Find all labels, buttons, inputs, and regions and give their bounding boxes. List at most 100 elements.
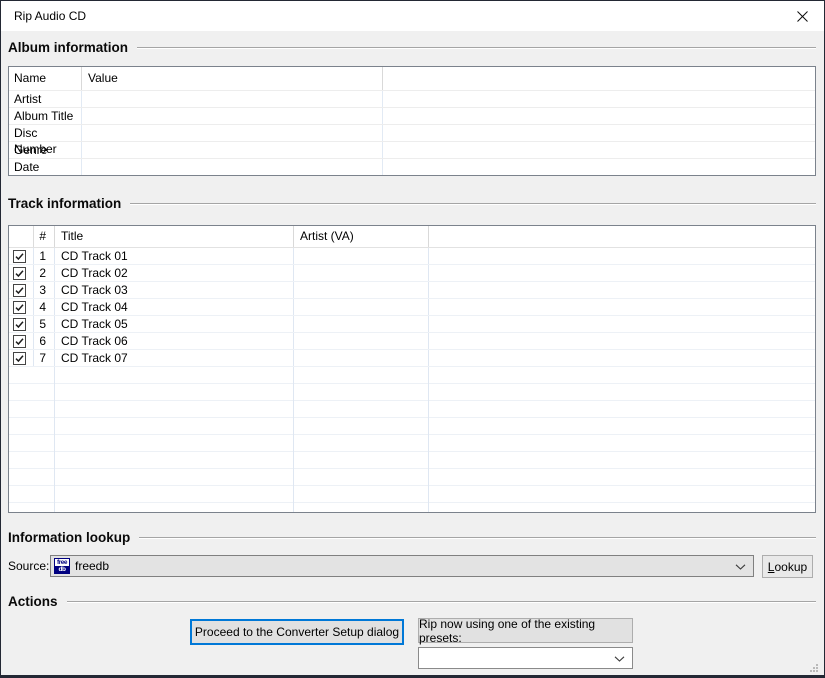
track-artist [294, 299, 429, 315]
track-number: 4 [34, 299, 55, 315]
actions-section-header: Actions [8, 593, 816, 610]
track-header-checkbox-column[interactable] [9, 226, 34, 247]
rip-now-with-preset-button[interactable]: Rip now using one of the existing preset… [418, 618, 633, 643]
checkbox-checked-icon [13, 267, 26, 280]
close-icon [796, 10, 809, 23]
lookup-button[interactable]: Lookup [762, 555, 813, 578]
freedb-icon: free db [54, 558, 70, 574]
checkbox-checked-icon [13, 250, 26, 263]
section-title-track: Track information [8, 196, 121, 211]
information-lookup-section-header: Information lookup [8, 529, 816, 546]
album-table-header: Name Value [9, 67, 815, 91]
track-checkbox[interactable] [9, 299, 34, 315]
dialog-content: Album information Name Value Artist Albu… [1, 31, 824, 675]
track-checkbox[interactable] [9, 316, 34, 332]
lookup-button-label: Lookup [768, 560, 807, 574]
track-header-artist[interactable]: Artist (VA) [294, 226, 429, 247]
track-artist [294, 316, 429, 332]
track-number: 7 [34, 350, 55, 366]
album-info-row[interactable]: Date [9, 159, 815, 176]
album-field-name: Date [9, 159, 82, 176]
track-number: 3 [34, 282, 55, 298]
album-info-row[interactable]: Genre [9, 142, 815, 159]
track-title: CD Track 01 [55, 248, 294, 264]
track-artist [294, 333, 429, 349]
album-information-section-header: Album information [8, 39, 816, 56]
track-title: CD Track 06 [55, 333, 294, 349]
track-header-title[interactable]: Title [55, 226, 294, 247]
track-table-empty-area [9, 367, 815, 512]
source-label: Source: [8, 555, 49, 577]
section-divider [137, 47, 816, 49]
rip-audio-cd-dialog: Rip Audio CD Album information Name Valu… [0, 0, 825, 678]
track-rows: 1 CD Track 01 2 CD Track 02 [9, 248, 815, 367]
album-field-value[interactable] [82, 125, 383, 141]
track-number: 5 [34, 316, 55, 332]
checkbox-checked-icon [13, 301, 26, 314]
track-title: CD Track 07 [55, 350, 294, 366]
rip-button-label: Rip now using one of the existing preset… [419, 617, 632, 645]
track-row[interactable]: 6 CD Track 06 [9, 333, 815, 350]
track-header-number[interactable]: # [34, 226, 55, 247]
track-row[interactable]: 7 CD Track 07 [9, 350, 815, 367]
track-information-section-header: Track information [8, 195, 816, 212]
album-rows: Artist Album Title Disc Number Genre [9, 91, 815, 176]
proceed-to-converter-setup-button[interactable]: Proceed to the Converter Setup dialog [190, 619, 404, 645]
section-divider [67, 601, 816, 603]
track-artist [294, 282, 429, 298]
section-title-album: Album information [8, 40, 128, 55]
album-info-row[interactable]: Disc Number [9, 125, 815, 142]
titlebar[interactable]: Rip Audio CD [1, 1, 824, 31]
section-title-lookup: Information lookup [8, 530, 130, 545]
track-number: 6 [34, 333, 55, 349]
preset-dropdown[interactable] [418, 647, 633, 669]
album-field-name: Album Title [9, 108, 82, 124]
album-header-value[interactable]: Value [82, 67, 383, 90]
album-field-name: Disc Number [9, 125, 82, 141]
album-field-name: Genre [9, 142, 82, 158]
proceed-button-label: Proceed to the Converter Setup dialog [195, 625, 399, 639]
track-row[interactable]: 2 CD Track 02 [9, 265, 815, 282]
track-title: CD Track 04 [55, 299, 294, 315]
album-field-value[interactable] [82, 91, 383, 107]
track-artist [294, 265, 429, 281]
source-dropdown[interactable]: free db freedb [50, 555, 754, 577]
track-row[interactable]: 3 CD Track 03 [9, 282, 815, 299]
checkbox-checked-icon [13, 335, 26, 348]
track-checkbox[interactable] [9, 248, 34, 264]
album-info-table: Name Value Artist Album Title Disc Numbe… [8, 66, 816, 176]
track-checkbox[interactable] [9, 282, 34, 298]
track-number: 1 [34, 248, 55, 264]
checkbox-checked-icon [13, 318, 26, 331]
track-checkbox[interactable] [9, 333, 34, 349]
section-divider [130, 203, 816, 205]
section-divider [139, 537, 816, 539]
window-title: Rip Audio CD [1, 9, 86, 23]
album-field-value[interactable] [82, 159, 383, 176]
track-table-header: # Title Artist (VA) [9, 226, 815, 248]
section-title-actions: Actions [8, 594, 58, 609]
track-number: 2 [34, 265, 55, 281]
resize-grip-icon[interactable] [809, 663, 818, 672]
track-row[interactable]: 5 CD Track 05 [9, 316, 815, 333]
track-title: CD Track 03 [55, 282, 294, 298]
track-row[interactable]: 4 CD Track 04 [9, 299, 815, 316]
track-artist [294, 248, 429, 264]
checkbox-checked-icon [13, 352, 26, 365]
track-checkbox[interactable] [9, 265, 34, 281]
track-list-table: # Title Artist (VA) 1 CD Track [8, 225, 816, 513]
album-info-row[interactable]: Album Title [9, 108, 815, 125]
album-field-name: Artist [9, 91, 82, 107]
chevron-down-icon [614, 656, 625, 662]
source-selected-value: freedb [75, 559, 109, 573]
album-field-value[interactable] [82, 108, 383, 124]
track-title: CD Track 02 [55, 265, 294, 281]
track-checkbox[interactable] [9, 350, 34, 366]
track-row[interactable]: 1 CD Track 01 [9, 248, 815, 265]
album-info-row[interactable]: Artist [9, 91, 815, 108]
album-field-value[interactable] [82, 142, 383, 158]
checkbox-checked-icon [13, 284, 26, 297]
album-header-name[interactable]: Name [9, 67, 82, 90]
track-title: CD Track 05 [55, 316, 294, 332]
close-button[interactable] [780, 1, 824, 31]
